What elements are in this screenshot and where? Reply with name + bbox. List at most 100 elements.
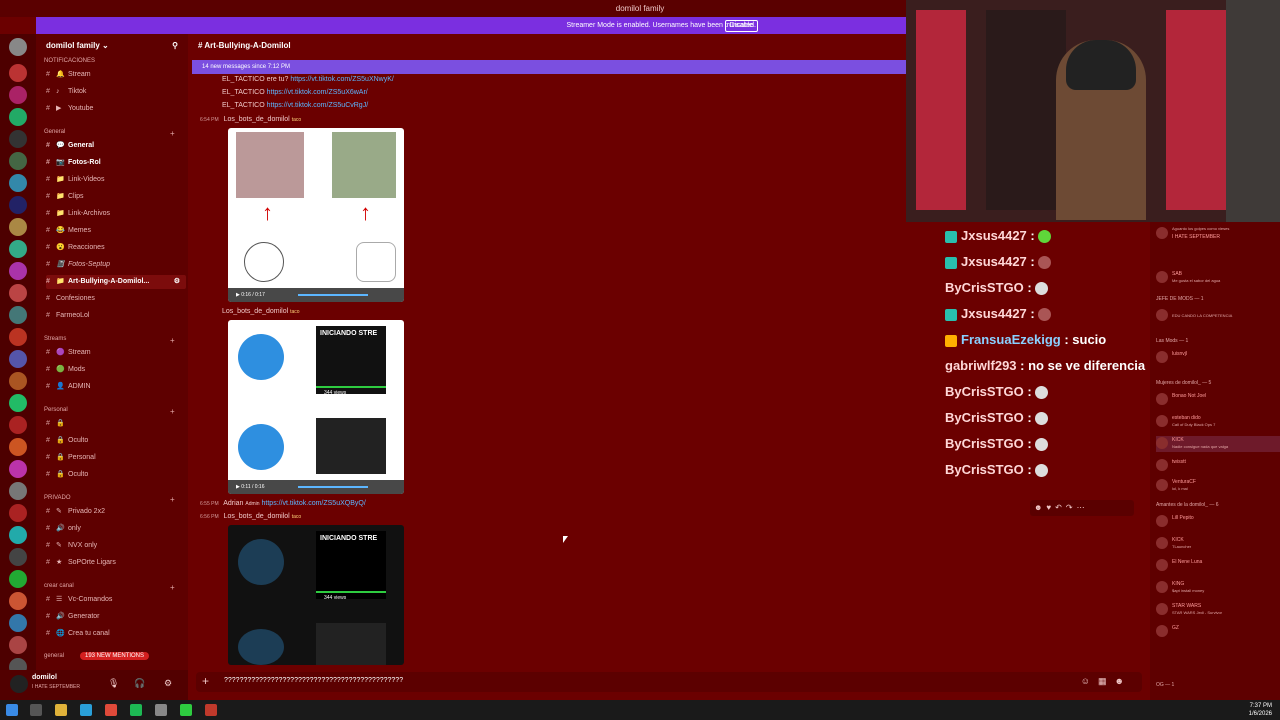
headphones-icon[interactable]: 🎧 <box>134 678 145 689</box>
category-notificaciones[interactable]: NOTIFICACIONES <box>44 58 95 64</box>
channel-oculto-1[interactable]: # 🔒 Oculto <box>46 434 186 448</box>
message-link[interactable]: https://vt.tiktok.com/ZS5uCvRgJ/ <box>267 102 369 109</box>
message-input[interactable]: + ??????????????????????????????????????… <box>196 672 1142 692</box>
server-icon[interactable] <box>9 460 27 478</box>
message-author[interactable]: Los_bots_de_domilol <box>222 308 288 315</box>
server-icon[interactable] <box>9 438 27 456</box>
category-general[interactable]: General + <box>44 129 175 138</box>
emoji-icon[interactable]: ☻ <box>1115 676 1132 686</box>
app-icon[interactable] <box>205 704 217 716</box>
member-item[interactable]: twisstt <box>1156 458 1280 474</box>
channel-only[interactable]: # 🔊 only <box>46 522 186 536</box>
server-icon[interactable] <box>9 108 27 126</box>
member-item[interactable]: luisnvjl <box>1156 350 1280 366</box>
folder-icon[interactable] <box>55 704 67 716</box>
settings-icon[interactable]: ⚙ <box>174 275 180 289</box>
reaction-icon[interactable]: ☻ <box>1034 503 1046 512</box>
chrome-icon[interactable] <box>105 704 117 716</box>
message-author[interactable]: EL_TACTICO <box>222 102 265 109</box>
channel-tiktok[interactable]: # ♪ Tiktok <box>46 85 186 99</box>
server-icon[interactable] <box>9 218 27 236</box>
video-progress-bar[interactable] <box>298 294 368 296</box>
channel-stream[interactable]: # 🔔 Stream <box>46 68 186 82</box>
channel-generator[interactable]: # 🔊 Generator <box>46 610 186 624</box>
server-icon[interactable] <box>9 328 27 346</box>
member-item[interactable]: STAR WARS STAR WARS Jedi - Survivor <box>1156 602 1280 618</box>
message-author[interactable]: Adrian <box>223 500 243 507</box>
channel-mods[interactable]: # 🟢 Mods <box>46 363 186 377</box>
video-player-controls[interactable]: ▶ 0:11 / 0:16 <box>228 480 404 494</box>
system-clock[interactable]: 7:37 PM 1/6/2026 <box>1249 702 1272 718</box>
server-icon[interactable] <box>9 262 27 280</box>
member-item[interactable]: GZ <box>1156 624 1280 640</box>
video-attachment[interactable]: ↑ ↑ ▶ 0:16 / 0:17 <box>228 128 404 302</box>
category-crear-canal[interactable]: crear canal + <box>44 583 175 592</box>
server-icon[interactable] <box>9 64 27 82</box>
add-member-icon[interactable]: ⚲ <box>172 34 178 58</box>
new-messages-bar[interactable]: 14 new messages since 7:12 PM <box>192 60 906 74</box>
add-channel-icon[interactable]: + <box>170 336 175 345</box>
start-icon[interactable] <box>6 704 18 716</box>
server-icon[interactable] <box>9 130 27 148</box>
channel-youtube[interactable]: # ▶ Youtube <box>46 102 186 116</box>
server-icon[interactable] <box>9 38 27 56</box>
server-icon[interactable] <box>9 284 27 302</box>
channel-link-videos[interactable]: # 📁 Link-Videos <box>46 173 186 187</box>
add-channel-icon[interactable]: + <box>170 583 175 592</box>
channel-oculto-2[interactable]: # 🔒 Oculto <box>46 468 186 482</box>
server-icon[interactable] <box>9 570 27 588</box>
channel-stream-voice[interactable]: # 🟣 Stream <box>46 346 186 360</box>
new-mentions-badge[interactable]: 193 NEW MENTIONS <box>80 652 150 660</box>
category-streams[interactable]: Streams + <box>44 336 175 345</box>
channel-personal-2[interactable]: # 🔒 Personal <box>46 451 186 465</box>
server-icon[interactable] <box>9 174 27 192</box>
server-icon[interactable] <box>9 504 27 522</box>
channel-fotos-septup[interactable]: # 📓 Fotos-Septup <box>46 258 186 272</box>
app-icon[interactable] <box>180 704 192 716</box>
forward-icon[interactable]: ↷ <box>1066 503 1077 512</box>
video-player-controls[interactable]: ▶ 0:16 / 0:17 <box>228 288 404 302</box>
server-icon[interactable] <box>9 482 27 500</box>
server-icon[interactable] <box>9 240 27 258</box>
channel-admin[interactable]: # 👤 ADMIN <box>46 380 186 394</box>
server-icon[interactable] <box>9 350 27 368</box>
message-author[interactable]: Los_bots_de_domilol <box>224 116 290 123</box>
message-author[interactable]: EL_TACTICO <box>222 76 265 83</box>
member-item[interactable]: Bonao Not Joel <box>1156 392 1280 408</box>
more-icon[interactable]: ⋯ <box>1077 503 1089 512</box>
server-icon[interactable] <box>9 196 27 214</box>
server-icon[interactable] <box>9 548 27 566</box>
channel-nvx-only[interactable]: # ✎ NVX only <box>46 539 186 553</box>
channel-crea-tu-canal[interactable]: # 🌐 Crea tu canal <box>46 627 186 641</box>
app-icon[interactable] <box>155 704 167 716</box>
add-channel-icon[interactable]: + <box>170 495 175 504</box>
guild-header[interactable]: domilol family ⌄ ⚲ <box>36 34 188 58</box>
app-icon[interactable] <box>30 704 42 716</box>
spotify-icon[interactable] <box>130 704 142 716</box>
server-icon[interactable] <box>9 526 27 544</box>
channel-privado-2x2[interactable]: # ✎ Privado 2x2 <box>46 505 186 519</box>
channel-clips[interactable]: # 📁 Clips <box>46 190 186 204</box>
server-icon[interactable] <box>9 614 27 632</box>
microphone-icon[interactable]: 🎙 <box>108 678 119 689</box>
member-item[interactable]: KICK TLauncher <box>1156 536 1280 552</box>
server-icon[interactable] <box>9 636 27 654</box>
member-item[interactable]: SAB Me gusta el sabor del agua <box>1156 270 1280 286</box>
member-item[interactable]: EDU CANDO LA COMPETENCIA <box>1156 308 1280 324</box>
avatar[interactable] <box>10 675 28 693</box>
server-icon[interactable] <box>9 592 27 610</box>
server-icon[interactable] <box>9 416 27 434</box>
heart-icon[interactable]: ♥ <box>1046 503 1055 512</box>
member-item[interactable]: esteban dido Call of Duty Black Ops 7 <box>1156 414 1280 430</box>
channel-vc-comandos[interactable]: # ☰ Vc-Comandos <box>46 593 186 607</box>
server-icon[interactable] <box>9 86 27 104</box>
edge-icon[interactable] <box>80 704 92 716</box>
sticker-icon[interactable]: ▦ <box>1098 676 1115 686</box>
member-item[interactable]: KING $apt install money <box>1156 580 1280 596</box>
channel-link-archivos[interactable]: # 📁 Link-Archivos <box>46 207 186 221</box>
add-channel-icon[interactable]: + <box>170 129 175 138</box>
message-link[interactable]: https://vt.tiktok.com/ZS5uXQByQ/ <box>262 500 366 507</box>
video-attachment[interactable]: INICIANDO STRE 344 views ▶ 0:11 / 0:16 <box>228 320 404 494</box>
category-privado[interactable]: PRIVADO + <box>44 495 175 504</box>
add-attachment-icon[interactable]: + <box>202 674 209 688</box>
